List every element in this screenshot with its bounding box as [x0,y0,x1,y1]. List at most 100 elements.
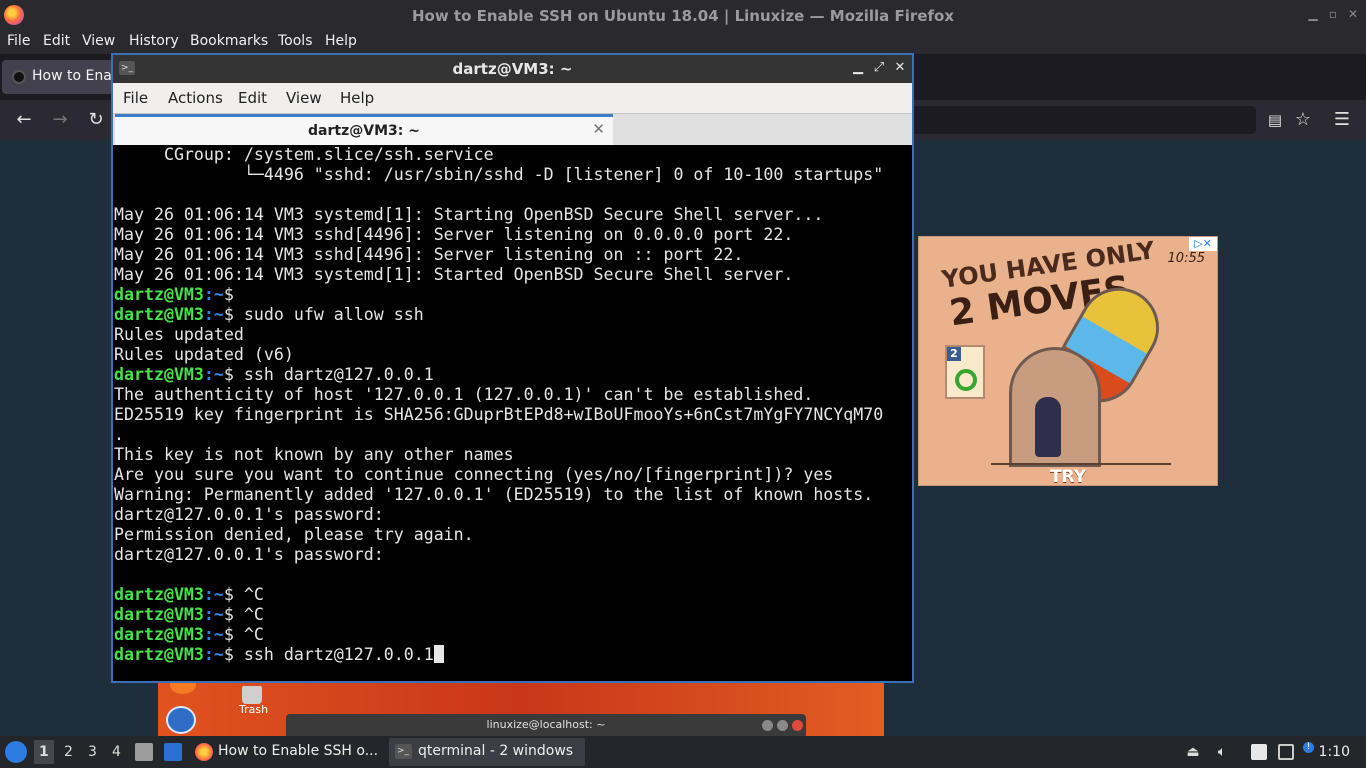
prompt-user: dartz@VM3 [114,605,204,624]
prompt-path: :~ [203,605,224,624]
minimize-icon[interactable] [762,720,773,731]
terminal-output-line: CGroup: /system.slice/ssh.service [114,145,494,164]
terminal-menu-view[interactable]: View [286,89,322,107]
terminal-output[interactable]: CGroup: /system.slice/ssh.service └─4496… [113,145,912,681]
taskbar-task-label: qterminal - 2 windows [418,743,574,759]
start-menu-icon[interactable] [5,741,27,763]
terminal-menu-help[interactable]: Help [340,89,374,107]
menu-tools[interactable]: Tools [278,33,313,49]
ad-try-button[interactable]: TRY [919,467,1217,485]
terminal-prompt-line: dartz@VM3:~$ [114,285,912,305]
terminal-output-line: dartz@127.0.0.1's password: [114,545,384,564]
prompt-path: :~ [203,625,224,644]
ad-close-icon[interactable]: ▷✕ [1189,237,1217,251]
taskbar: 1 2 3 4 How to Enable SSH o... >_ qtermi… [0,736,1366,768]
file-manager-icon[interactable] [135,743,153,761]
reader-view-icon[interactable]: ▤ [1263,108,1287,132]
taskbar-task-firefox[interactable]: How to Enable SSH o... [191,738,383,766]
taskbar-clock[interactable]: 1:10 [1319,744,1350,760]
taskbar-task-qterminal[interactable]: >_ qterminal - 2 windows [389,738,585,766]
clipboard-icon[interactable] [1251,744,1267,760]
prompt-symbol: $ [223,645,244,664]
prompt-symbol: $ [223,305,244,324]
bookmark-star-icon[interactable]: ☆ [1291,108,1315,132]
close-icon[interactable]: ✕ [892,60,908,76]
browser-tab-title: How to Enal [32,68,116,84]
menu-file[interactable]: File [7,33,30,49]
prompt-path: :~ [203,305,224,324]
command-text: ssh dartz@127.0.0.1 [243,645,434,664]
workspace-3[interactable]: 3 [88,744,97,760]
terminal-tab-label: dartz@VM3: ~ [308,123,420,139]
game-advertisement[interactable]: ▷✕ YOU HAVE ONLY 2 MOVES 10:55 2 TRY [918,236,1218,486]
firefox-titlebar: How to Enable SSH on Ubuntu 18.04 | Linu… [0,0,1366,30]
menu-history[interactable]: History [129,33,179,49]
hamburger-menu-icon[interactable]: ☰ [1330,108,1354,132]
prompt-path: :~ [203,585,224,604]
menu-help[interactable]: Help [325,33,357,49]
eject-icon[interactable]: ⏏ [1185,744,1201,760]
show-desktop-icon[interactable] [164,743,182,761]
background-terminal-window[interactable]: linuxize@localhost: ~ [286,714,806,736]
maximize-icon[interactable] [777,720,788,731]
thunderbird-desktop-icon[interactable] [166,706,196,734]
maximize-icon[interactable]: ▫ [1326,7,1340,21]
terminal-output-line: Warning: Permanently added '127.0.0.1' (… [114,485,874,504]
background-terminal-title: linuxize@localhost: ~ [486,718,606,731]
maximize-icon[interactable]: ⤢ [871,60,887,76]
trash-label: Trash [239,703,269,716]
close-icon[interactable]: ✕ [1346,7,1360,21]
terminal-menu-edit[interactable]: Edit [238,89,267,107]
trash-icon[interactable] [242,686,262,704]
terminal-output-line: Rules updated [114,325,244,344]
menu-bookmarks[interactable]: Bookmarks [190,33,268,49]
workspace-2[interactable]: 2 [64,744,73,760]
firefox-window-title: How to Enable SSH on Ubuntu 18.04 | Linu… [411,7,954,25]
firefox-menubar: File Edit View History Bookmarks Tools H… [0,30,1366,54]
terminal-window[interactable]: >_ dartz@VM3: ~ ▁ ⤢ ✕ File Actions Edit … [111,53,914,683]
ad-floor-line [991,463,1171,465]
close-icon[interactable] [792,720,803,731]
terminal-menubar: File Actions Edit View Help [113,83,912,113]
notification-icon[interactable]: ! [1303,742,1314,753]
ad-level-number: 2 [947,347,961,361]
terminal-prompt-line: dartz@VM3:~$ sudo ufw allow ssh [114,305,912,325]
terminal-titlebar[interactable]: >_ dartz@VM3: ~ ▁ ⤢ ✕ [113,55,912,83]
terminal-tab[interactable]: dartz@VM3: ~ ✕ [115,114,613,146]
network-icon[interactable] [1278,744,1294,760]
menu-view[interactable]: View [82,33,115,49]
terminal-task-icon: >_ [395,744,412,759]
minimize-icon[interactable]: ▁ [850,60,866,76]
back-icon[interactable]: ← [12,108,36,132]
volume-icon[interactable]: 🔈︎ [1214,744,1230,760]
terminal-prompt-line: dartz@VM3:~$ ^C [114,585,912,605]
terminal-output-line: └─4496 "sshd: /usr/sbin/sshd -D [listene… [114,165,884,184]
terminal-output-line: . [114,425,124,444]
command-text: ^C [243,605,264,624]
terminal-output-line: The authenticity of host '127.0.0.1 (127… [114,385,814,404]
prompt-user: dartz@VM3 [114,585,204,604]
workspace-1[interactable]: 1 [34,740,54,764]
prompt-user: dartz@VM3 [114,625,204,644]
forward-icon[interactable]: → [48,108,72,132]
firefox-task-icon [195,743,213,761]
terminal-output-line: May 26 01:06:14 VM3 systemd[1]: Starting… [114,205,824,224]
terminal-output-line: May 26 01:06:14 VM3 sshd[4496]: Server l… [114,225,794,244]
reload-icon[interactable]: ↻ [84,108,108,132]
terminal-menu-actions[interactable]: Actions [168,89,223,107]
linuxize-favicon-icon [12,70,26,84]
terminal-menu-file[interactable]: File [123,89,148,107]
firefox-desktop-icon[interactable] [170,682,196,694]
terminal-prompt-line: dartz@VM3:~$ ssh dartz@127.0.0.1 [114,645,912,665]
tab-close-icon[interactable]: ✕ [592,120,605,138]
workspace-4[interactable]: 4 [112,744,121,760]
prompt-symbol: $ [223,605,244,624]
menu-edit[interactable]: Edit [43,33,70,49]
prompt-symbol: $ [223,625,244,644]
terminal-prompt-line: dartz@VM3:~$ ^C [114,605,912,625]
url-bar[interactable] [910,106,1256,134]
terminal-output-line: ED25519 key fingerprint is SHA256:GDuprB… [114,405,884,424]
taskbar-task-label: How to Enable SSH o... [218,743,379,759]
minimize-icon[interactable]: ▁ [1306,7,1320,21]
